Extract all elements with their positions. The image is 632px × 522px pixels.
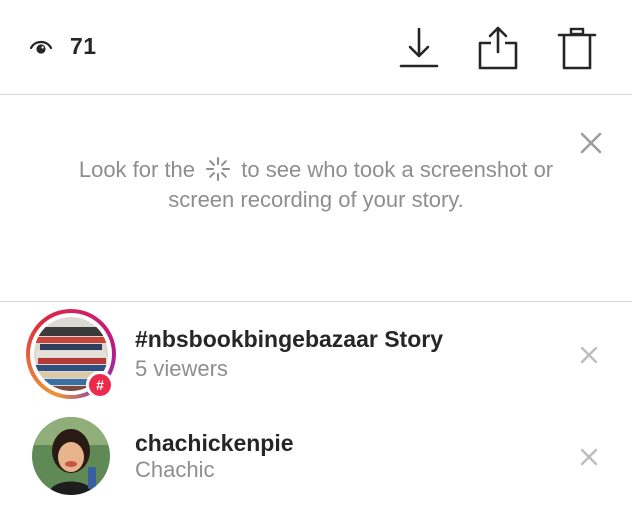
notice-message: Look for the to see who took a screensho… (60, 155, 572, 214)
screenshot-sparkle-icon (206, 157, 231, 181)
story-viewers-header: 71 (0, 0, 632, 95)
user-avatar (32, 417, 110, 495)
list-item-subtitle: Chachic (135, 457, 215, 482)
list-item-hashtag-story[interactable]: # #nbsbookbingebazaar Story 5 viewers (0, 306, 632, 416)
trash-icon (557, 27, 597, 70)
avatar: # (26, 309, 116, 399)
hashtag-badge: # (86, 371, 114, 399)
list-item-subtitle: 5 viewers (135, 356, 228, 381)
view-count: 71 (70, 33, 97, 59)
download-icon (399, 27, 439, 68)
download-button[interactable] (397, 24, 441, 72)
remove-button[interactable] (577, 343, 601, 367)
notice-dismiss-button[interactable] (576, 128, 606, 158)
close-icon (580, 448, 598, 466)
share-icon (478, 26, 518, 70)
delete-button[interactable] (555, 24, 599, 72)
view-count-group: 71 (30, 33, 97, 60)
list-item-title: chachickenpie (135, 430, 294, 456)
remove-button[interactable] (577, 445, 601, 469)
notice-text-before: Look for the (78, 157, 196, 182)
share-button[interactable] (476, 24, 520, 72)
list-item-user[interactable]: chachickenpie Chachic (0, 412, 632, 522)
eye-icon (30, 40, 52, 54)
close-icon (580, 346, 598, 364)
close-icon (580, 132, 602, 154)
list-item-title: #nbsbookbingebazaar Story (135, 326, 444, 352)
